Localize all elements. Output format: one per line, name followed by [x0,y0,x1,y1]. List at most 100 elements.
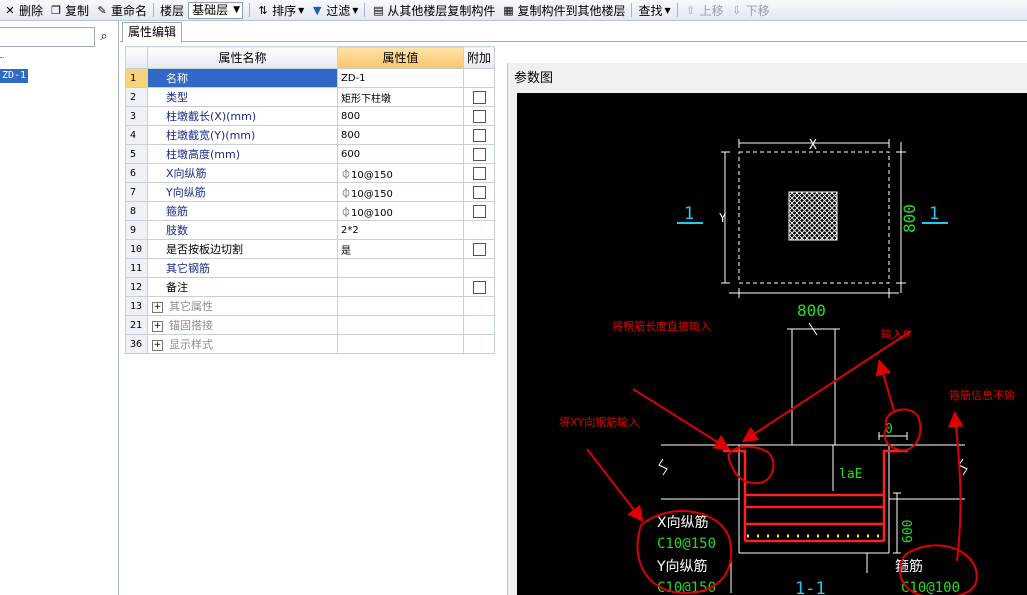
floor-selector: 楼层 基础层 ▼ [157,0,246,20]
expand-icon[interactable]: + [152,339,163,351]
property-row[interactable]: 7 Y向纵筋 ⏀10@150 [125,182,495,202]
property-row[interactable]: 5 柱墩高度(mm) 600 [125,144,495,164]
expand-icon[interactable]: + [152,301,163,313]
property-value[interactable] [337,277,464,297]
rename-button[interactable]: ✎ 重命名 [92,0,150,20]
group-row-label[interactable]: + 其它属性 [147,296,338,316]
extra-cell [463,277,495,297]
parameter-panel: 参数图 X Y 800 800 1 1 0 laE 600 X向纵筋 C10@1… [507,63,1027,595]
property-row[interactable]: 11 其它钢筋 [125,258,495,278]
property-row[interactable]: 2 类型 矩形下柱墩 [125,87,495,107]
property-name: 备注 [147,277,338,297]
floor-combo[interactable]: 基础层 ▼ [188,1,244,19]
attach-checkbox[interactable] [472,90,486,104]
copy-to-floor-button[interactable]: ▦ 复制构件到其他楼层 [498,0,628,20]
search-input[interactable] [0,27,95,47]
property-name: 类型 [147,87,338,107]
attach-checkbox[interactable] [472,185,486,199]
extra-cell [463,106,495,126]
property-value[interactable]: ⏀10@100 [337,201,464,221]
property-row[interactable]: 36 + 显示样式 [125,334,495,354]
property-value[interactable] [337,334,464,354]
row-number: 1 [125,68,148,88]
section-title: 1-1 [795,579,826,595]
tree-line [0,57,4,66]
search-icon[interactable]: ⌕ [94,27,114,47]
property-value[interactable]: ⏀10@150 [337,163,464,183]
property-value[interactable]: 800 [337,106,464,126]
copy-button[interactable]: ❐ 复制 [46,0,92,20]
header-name: 属性名称 [147,46,338,69]
sort-button[interactable]: ⇅ 排序 ▼ [253,0,307,20]
extra-cell [463,144,495,164]
property-row[interactable]: 9 肢数 2*2 [125,220,495,240]
tab-property-edit[interactable]: 属性编辑 [122,22,183,43]
attach-checkbox[interactable] [472,109,486,123]
component-tree-pane: ⌕ ZD-1 [0,21,119,595]
property-row[interactable]: 8 箍筋 ⏀10@100 [125,201,495,221]
filter-button[interactable]: ▼ 过滤 ▼ [307,0,361,20]
move-up-button[interactable]: ⇧ 上移 [681,0,727,20]
property-value[interactable]: 800 [337,125,464,145]
copy-from-floor-button[interactable]: ▤ 从其他楼层复制构件 [368,0,498,20]
property-value[interactable]: 600 [337,144,464,164]
attach-checkbox[interactable] [472,147,486,161]
row-number: 9 [125,220,148,240]
extra-cell [463,220,495,240]
expand-icon[interactable]: + [152,320,163,332]
toolbar-separator [153,3,155,17]
group-row-label[interactable]: + 锚固搭接 [147,315,338,335]
delete-button[interactable]: ✕ 删除 [0,0,46,20]
property-row[interactable]: 13 + 其它属性 [125,296,495,316]
header-num [125,46,148,69]
chevron-down-icon: ▼ [298,5,305,15]
property-row[interactable]: 6 X向纵筋 ⏀10@150 [125,163,495,183]
property-value[interactable]: ⏀10@150 [337,182,464,202]
annotation-xy-input: 将XY向钢筋输入 [559,415,639,429]
property-value[interactable]: ZD-1 [337,68,464,88]
row-number: 6 [125,163,148,183]
property-value[interactable] [337,315,464,335]
attach-checkbox[interactable] [472,128,486,142]
property-row[interactable]: 10 是否按板边切割是 [125,239,495,259]
tab-bar: 属性编辑 [120,21,1027,43]
group-row-label[interactable]: + 显示样式 [147,334,338,354]
property-value[interactable]: 是 [337,239,464,259]
arrow-up-icon: ⇧ [686,3,696,17]
property-value[interactable]: 矩形下柱墩 [337,87,464,107]
move-down-button[interactable]: ⇩ 下移 [727,0,773,20]
attach-checkbox[interactable] [472,166,486,180]
property-value[interactable] [337,258,464,278]
property-row[interactable]: 1 名称 ZD-1 [125,68,495,88]
toolbar: ✕ 删除 ❐ 复制 ✎ 重命名 楼层 基础层 ▼ ⇅ 排序 ▼ ▼ 过滤 ▼ ▤ 从其他楼层复制构… [0,0,1027,21]
copy-icon: ❐ [51,3,61,17]
plan-dim-right: 800 [900,204,919,233]
attach-checkbox[interactable] [472,280,486,294]
plan-view: X Y 800 800 1 1 [677,138,948,320]
extra-cell [463,201,495,221]
extra-cell [463,258,495,278]
property-row[interactable]: 4 柱墩截宽(Y)(mm) 800 [125,125,495,145]
property-row[interactable]: 12 备注 [125,277,495,297]
annotation-arrow [632,388,731,451]
property-row[interactable]: 3 柱墩截长(X)(mm) 800 [125,106,495,126]
annotation-arrow [875,359,895,412]
annotation-direct-input: 将钢筋长度直接输入 [612,319,711,333]
plan-x-label: X [809,138,817,153]
property-name: 柱墩高度(mm) [147,144,338,164]
extra-cell [463,239,495,259]
annotation-arrow [586,448,644,523]
toolbar-separator [631,3,633,17]
property-row[interactable]: 21 + 锚固搭接 [125,315,495,335]
property-value[interactable]: 2*2 [337,220,464,240]
attach-checkbox[interactable] [472,204,486,218]
toolbar-separator [364,3,366,17]
property-value[interactable] [337,296,464,316]
extra-cell [463,87,495,107]
row-number: 12 [125,277,148,297]
attach-checkbox[interactable] [472,242,486,256]
tree-item-selected[interactable]: ZD-1 [0,69,29,83]
row-number: 3 [125,106,148,126]
sort-icon: ⇅ [258,3,268,17]
find-button[interactable]: 查找 ▼ [635,0,673,20]
